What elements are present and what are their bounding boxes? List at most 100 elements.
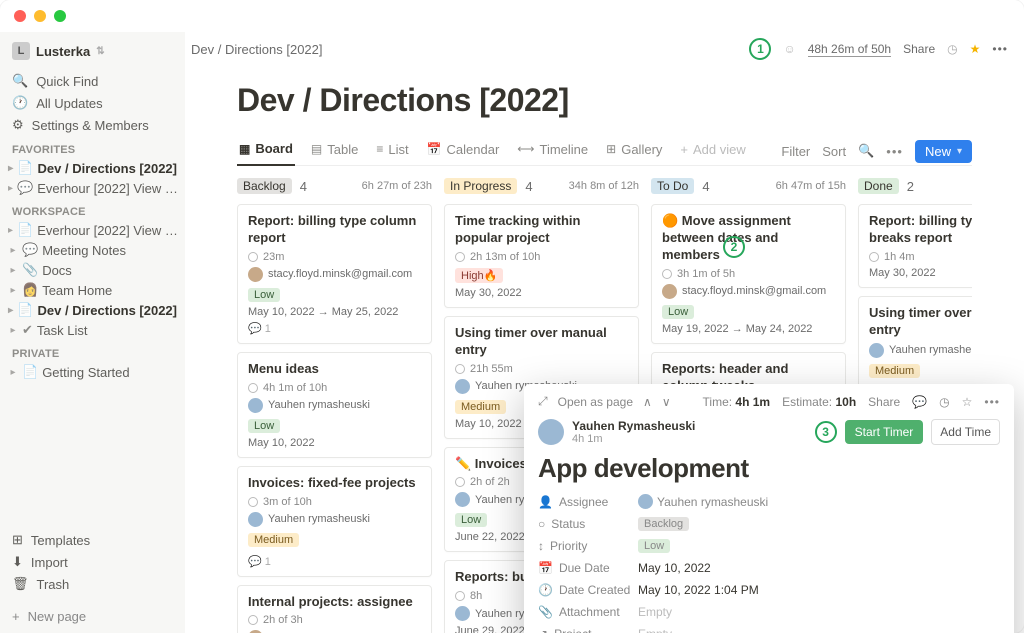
caret-icon[interactable]: ▸ xyxy=(8,325,18,336)
board-card[interactable]: Report: billing type column breaks repor… xyxy=(858,204,972,288)
card-title: Time tracking within popular project xyxy=(455,213,628,247)
caret-icon[interactable]: ▸ xyxy=(8,225,13,236)
view-tab-table[interactable]: ▤Table xyxy=(309,137,360,165)
view-tab-list[interactable]: ≡List xyxy=(374,137,410,165)
star-icon[interactable]: ☆ xyxy=(962,395,973,409)
sidebar-item[interactable]: ▸📎Docs xyxy=(6,260,179,280)
column-name[interactable]: Done xyxy=(858,178,899,194)
peek-more-icon[interactable]: ••• xyxy=(984,395,1000,409)
avatar xyxy=(455,379,470,394)
clock-icon[interactable]: ◷ xyxy=(947,42,957,56)
board-card[interactable]: Time tracking within popular project 2h … xyxy=(444,204,639,308)
minimize-window[interactable] xyxy=(34,10,46,22)
sidebar-item[interactable]: ▸📄Getting Started xyxy=(6,362,179,382)
add-view-button[interactable]: + Add view xyxy=(678,138,747,165)
view-tab-timeline[interactable]: ⟷Timeline xyxy=(515,137,590,165)
caret-icon[interactable]: ▸ xyxy=(8,367,18,378)
property-assignee[interactable]: 👤AssigneeYauhen rymasheuski xyxy=(538,494,1000,509)
caret-icon[interactable]: ▸ xyxy=(8,245,18,256)
page-icon: 💬 xyxy=(22,242,38,258)
priority-tag: High🔥 xyxy=(455,268,503,283)
column-name[interactable]: To Do xyxy=(651,178,694,194)
priority-tag: Medium xyxy=(248,533,299,547)
property-date-created[interactable]: 🕐Date CreatedMay 10, 2022 1:04 PM xyxy=(538,583,1000,597)
sidebar-item[interactable]: ▸💬Meeting Notes xyxy=(6,240,179,260)
prev-icon[interactable]: ∧ xyxy=(643,395,652,409)
new-page-button[interactable]: + New page xyxy=(6,601,179,627)
caret-icon[interactable]: ▸ xyxy=(8,285,18,296)
view-tab-gallery[interactable]: ⊞Gallery xyxy=(604,137,664,165)
sidebar-quick-find[interactable]: 🔍Quick Find xyxy=(6,70,179,92)
caret-icon[interactable]: ▸ xyxy=(8,183,13,194)
view-tab-board[interactable]: ▦Board xyxy=(237,137,295,166)
property-status[interactable]: ○StatusBacklog xyxy=(538,517,1000,531)
sidebar-item[interactable]: ▸✔︎Task List xyxy=(6,320,179,340)
property-icon: 👤 xyxy=(538,495,553,509)
page-icon: ✔︎ xyxy=(22,322,33,338)
property-attachment[interactable]: 📎AttachmentEmpty xyxy=(538,605,1000,619)
sidebar-item-label: Trash xyxy=(37,577,70,592)
board-card[interactable]: 🟠 Move assignment between dates and memb… xyxy=(651,204,846,344)
caret-icon[interactable]: ▸ xyxy=(8,305,13,316)
sidebar-item[interactable]: ▸📄Everhour [2022] View … xyxy=(6,220,179,240)
sidebar-all-updates[interactable]: 🕐All Updates xyxy=(6,92,179,114)
comment-icon[interactable]: 💬 xyxy=(912,395,927,409)
workspace-switcher[interactable]: L Lusterka ⇅ xyxy=(6,38,179,64)
filter-button[interactable]: Filter xyxy=(781,144,810,159)
caret-icon[interactable]: ▸ xyxy=(8,163,13,174)
add-time-button[interactable]: Add Time xyxy=(931,419,1000,445)
sidebar-item[interactable]: ▸📄Dev / Directions [2022] xyxy=(6,300,179,320)
gear-icon: ⚙ xyxy=(12,117,24,133)
sidebar-import[interactable]: ⬇Import xyxy=(6,551,179,573)
view-tab-calendar[interactable]: 📅Calendar xyxy=(425,137,502,165)
property-icon: 📎 xyxy=(538,605,553,619)
board-card[interactable]: Invoices: fixed-fee projects 3m of 10h Y… xyxy=(237,466,432,577)
view-label: Timeline xyxy=(540,142,589,157)
time-summary[interactable]: 48h 26m of 50h xyxy=(808,42,891,57)
column-name[interactable]: In Progress xyxy=(444,178,517,194)
board-card[interactable]: Menu ideas 4h 1m of 10h Yauhen rymasheus… xyxy=(237,352,432,458)
new-button[interactable]: New ▾ xyxy=(915,140,972,163)
board-card[interactable]: Report: billing type column report 23m s… xyxy=(237,204,432,344)
view-icon: ▦ xyxy=(239,142,250,156)
caret-icon[interactable]: ▸ xyxy=(8,265,18,276)
sidebar-templates[interactable]: ⊞Templates xyxy=(6,529,179,551)
card-title: 🟠 Move assignment between dates and memb… xyxy=(662,213,835,264)
property-priority[interactable]: ↕PriorityLow xyxy=(538,539,1000,553)
sort-button[interactable]: Sort xyxy=(822,144,846,159)
sidebar-trash[interactable]: 🗑Trash xyxy=(6,573,179,595)
sidebar-settings-members[interactable]: ⚙ Settings & Members xyxy=(6,114,179,136)
share-button[interactable]: Share xyxy=(903,42,935,56)
avatar xyxy=(662,284,677,299)
next-icon[interactable]: ∨ xyxy=(662,395,671,409)
view-more-icon[interactable]: ••• xyxy=(886,144,903,159)
card-time: 23m xyxy=(248,251,421,263)
window-controls xyxy=(0,0,1024,32)
property-due-date[interactable]: 📅Due DateMay 10, 2022 xyxy=(538,561,1000,575)
workspace-name: Lusterka xyxy=(36,44,90,59)
maximize-window[interactable] xyxy=(54,10,66,22)
star-icon[interactable]: ★ xyxy=(970,42,981,56)
expand-icon[interactable]: ⤢ xyxy=(538,394,548,409)
clock-icon[interactable]: ◷ xyxy=(939,395,949,409)
property-icon: ○ xyxy=(538,517,545,531)
chevron-down-icon: ▾ xyxy=(957,146,962,157)
open-as-page[interactable]: Open as page xyxy=(558,395,633,409)
start-timer-button[interactable]: Start Timer xyxy=(845,420,924,444)
search-icon[interactable]: 🔍 xyxy=(858,143,874,159)
sidebar-item[interactable]: ▸📄Dev / Directions [2022] xyxy=(6,158,179,178)
property-project[interactable]: ↗ProjectEmpty xyxy=(538,627,1000,633)
column-name[interactable]: Backlog xyxy=(237,178,292,194)
board-card[interactable]: Using timer over manual entry Yauhen rym… xyxy=(858,296,972,391)
peek-share[interactable]: Share xyxy=(868,395,900,409)
board-card[interactable]: Internal projects: assignee 2h of 3h sta… xyxy=(237,585,432,633)
new-label: New xyxy=(925,144,951,159)
sidebar-item-label: Settings & Members xyxy=(32,118,149,133)
search-icon: 🔍 xyxy=(12,73,28,89)
more-icon[interactable]: ••• xyxy=(992,42,1008,56)
sidebar-item[interactable]: ▸💬Everhour [2022] View … xyxy=(6,178,179,198)
close-window[interactable] xyxy=(14,10,26,22)
column-header: To Do 4 6h 47m of 15h xyxy=(651,178,846,194)
breadcrumb[interactable]: Dev / Directions [2022] xyxy=(191,42,323,57)
sidebar-item[interactable]: ▸👩Team Home xyxy=(6,280,179,300)
